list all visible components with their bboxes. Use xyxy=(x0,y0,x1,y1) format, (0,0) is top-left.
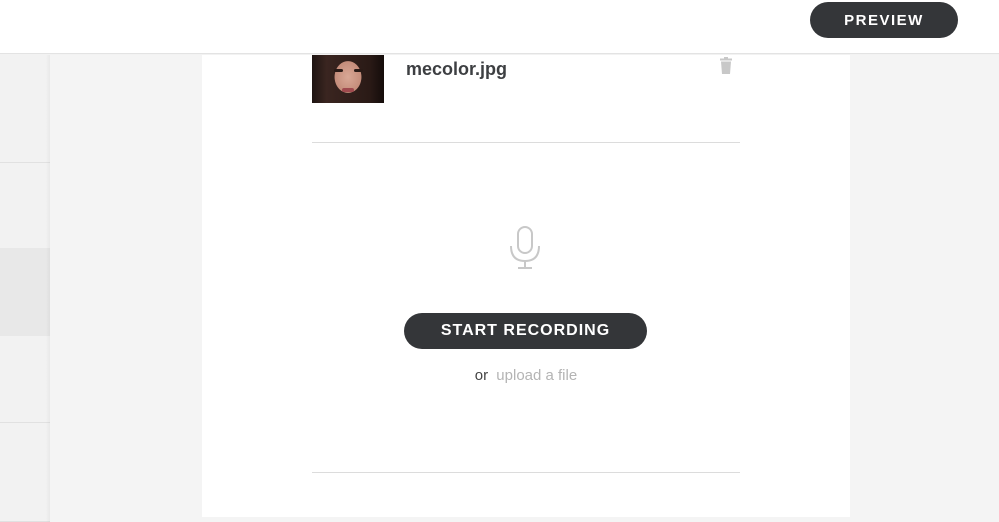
trash-icon[interactable] xyxy=(718,57,734,75)
left-sidebar xyxy=(0,55,50,522)
audio-card: mecolor.jpg START RECORDING or upload a … xyxy=(202,55,850,517)
photo-thumbnail xyxy=(312,55,384,103)
upload-alternative: or upload a file xyxy=(202,367,850,384)
sidebar-item[interactable] xyxy=(0,55,50,162)
upload-file-link[interactable]: upload a file xyxy=(496,367,577,384)
sidebar-item[interactable] xyxy=(0,336,50,423)
microphone-icon xyxy=(510,226,540,269)
sidebar-item-selected[interactable] xyxy=(0,248,50,336)
thumbnail-detail xyxy=(354,69,363,72)
or-text: or xyxy=(474,367,489,384)
file-row: mecolor.jpg xyxy=(312,55,740,143)
sidebar-item[interactable] xyxy=(0,162,50,248)
file-name: mecolor.jpg xyxy=(406,59,508,79)
thumbnail-detail xyxy=(342,88,354,92)
top-bar: PREVIEW xyxy=(0,0,999,54)
divider xyxy=(312,472,740,473)
divider xyxy=(312,142,740,143)
thumbnail-detail xyxy=(334,69,343,72)
preview-button[interactable]: PREVIEW xyxy=(810,2,958,38)
sidebar-item[interactable] xyxy=(0,423,50,522)
start-recording-button[interactable]: START RECORDING xyxy=(404,313,647,349)
